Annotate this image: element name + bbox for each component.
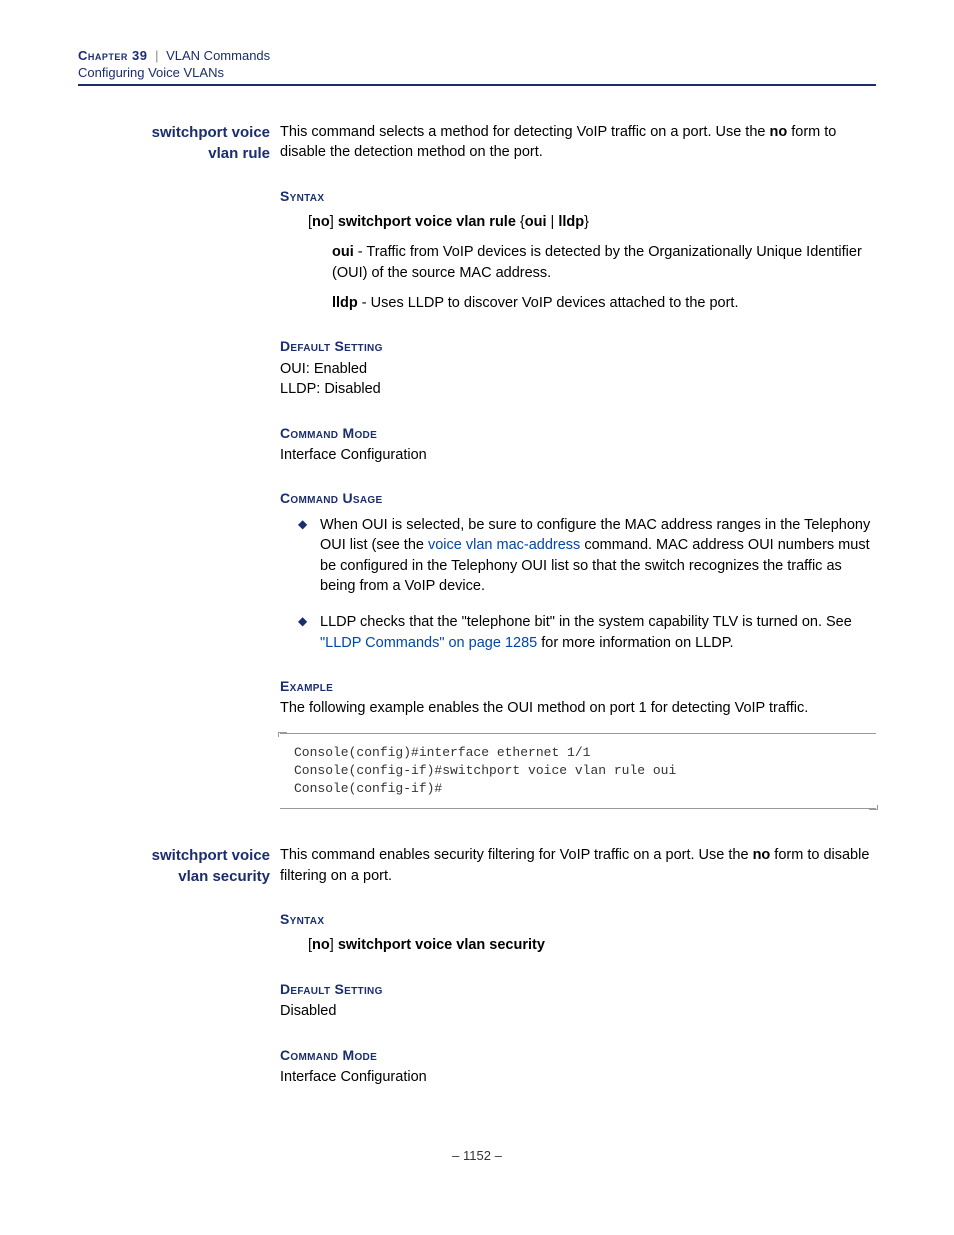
sec-default-value: Disabled <box>280 1001 876 1021</box>
side-heading-security: switchport voice vlan security <box>78 845 280 1087</box>
default-lldp: LLDP: Disabled <box>280 379 876 399</box>
sec-intro-no: no <box>753 847 771 863</box>
syntax-line: [no] switchport voice vlan rule {oui | l… <box>308 212 876 232</box>
usage-heading: Command Usage <box>280 489 876 509</box>
usage-list: When OUI is selected, be sure to configu… <box>280 515 876 653</box>
sec-syntax-line: [no] switchport voice vlan security <box>308 935 876 955</box>
side-heading-line1: switchport voice <box>152 124 270 141</box>
usage2b: for more information on LLDP. <box>537 635 733 651</box>
oui-label: oui <box>332 244 354 260</box>
header-subtitle: Configuring Voice VLANs <box>78 65 876 80</box>
header-line-1: Chapter 39 | VLAN Commands <box>78 48 876 63</box>
default-oui: OUI: Enabled <box>280 359 876 379</box>
lldp-label: lldp <box>332 295 358 311</box>
side-heading-sec-line1: switchport voice <box>152 847 270 864</box>
syn-oui: oui <box>525 214 547 230</box>
syn-main: switchport voice vlan rule <box>338 214 516 230</box>
sec-mode-value: Interface Configuration <box>280 1067 876 1087</box>
command-entry-security: switchport voice vlan security This comm… <box>78 845 876 1087</box>
voice-vlan-mac-link[interactable]: voice vlan mac-address <box>428 537 580 553</box>
sec-mode-heading: Command Mode <box>280 1046 876 1066</box>
mode-heading: Command Mode <box>280 424 876 444</box>
lldp-text: - Uses LLDP to discover VoIP devices att… <box>358 295 739 311</box>
sec-default-heading: Default Setting <box>280 980 876 1000</box>
command-body-rule: This command selects a method for detect… <box>280 122 876 809</box>
sec-syn-no: no <box>312 937 330 953</box>
header-title: VLAN Commands <box>166 48 270 63</box>
lldp-description: lldp - Uses LLDP to discover VoIP device… <box>332 293 876 313</box>
brace-open: { <box>516 214 525 230</box>
syn-bar: | <box>547 214 559 230</box>
chapter-label: Chapter 39 <box>78 48 147 63</box>
syn-no: no <box>312 214 330 230</box>
example-intro: The following example enables the OUI me… <box>280 698 876 718</box>
syn-lldp: lldp <box>558 214 584 230</box>
command-body-security: This command enables security filtering … <box>280 845 876 1087</box>
sec-syntax-heading: Syntax <box>280 910 876 930</box>
sec-syn-main: switchport voice vlan security <box>338 937 545 953</box>
usage-item-oui: When OUI is selected, be sure to configu… <box>302 515 876 596</box>
example-code-block: Console(config)#interface ethernet 1/1 C… <box>280 733 876 810</box>
lldp-commands-link[interactable]: "LLDP Commands" on page 1285 <box>320 635 537 651</box>
usage-item-lldp: LLDP checks that the "telephone bit" in … <box>302 612 876 653</box>
side-heading-line2: vlan rule <box>208 145 270 162</box>
intro-no-keyword: no <box>770 124 788 140</box>
sec-intro-a: This command enables security filtering … <box>280 847 753 863</box>
sec-bracket-close: ] <box>330 937 338 953</box>
usage2a: LLDP checks that the "telephone bit" in … <box>320 614 852 630</box>
command-entry-rule: switchport voice vlan rule This command … <box>78 122 876 809</box>
example-heading: Example <box>280 677 876 697</box>
intro-text: This command selects a method for detect… <box>280 124 770 140</box>
oui-description: oui - Traffic from VoIP devices is detec… <box>332 242 876 283</box>
page-number: – 1152 – <box>78 1148 876 1163</box>
page: Chapter 39 | VLAN Commands Configuring V… <box>0 0 954 1203</box>
side-heading-sec-line2: vlan security <box>178 868 270 885</box>
syntax-heading: Syntax <box>280 187 876 207</box>
brace-close: } <box>584 214 589 230</box>
page-header: Chapter 39 | VLAN Commands Configuring V… <box>78 40 876 86</box>
pipe-separator: | <box>155 48 158 63</box>
bracket-close: ] <box>330 214 338 230</box>
default-heading: Default Setting <box>280 337 876 357</box>
oui-text: - Traffic from VoIP devices is detected … <box>332 244 862 280</box>
side-heading-rule: switchport voice vlan rule <box>78 122 280 809</box>
mode-value: Interface Configuration <box>280 445 876 465</box>
